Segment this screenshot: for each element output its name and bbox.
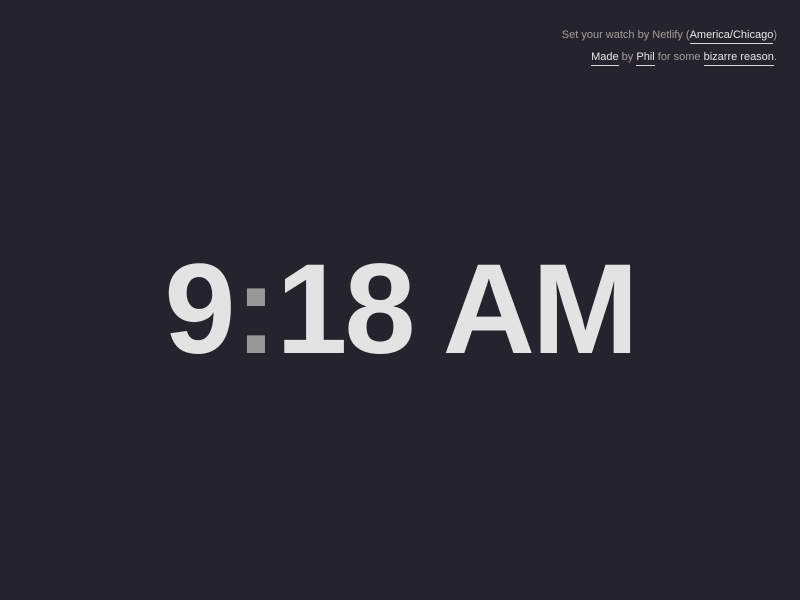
clock-period: AM (442, 238, 639, 381)
info-panel: Set your watch by Netlify (America/Chica… (562, 24, 777, 68)
reason-link[interactable]: bizarre reason (703, 51, 774, 66)
for-text: for some (654, 51, 704, 63)
period-text: . (773, 51, 777, 63)
info-line-netlify: Set your watch by Netlify (America/Chica… (562, 24, 777, 46)
info-suffix-text: ) (773, 29, 777, 41)
clock-colon: : (234, 238, 278, 381)
info-prefix-text: Set your watch by Netlify ( (561, 29, 690, 41)
author-link[interactable]: Phil (636, 51, 655, 66)
info-line-credits: Made by Phil for some bizarre reason. (562, 46, 777, 68)
by-text: by (618, 51, 637, 63)
clock-minutes: 18 (276, 238, 415, 381)
made-link[interactable]: Made (591, 51, 619, 66)
timezone-link[interactable]: America/Chicago (689, 29, 774, 44)
clock-display: 9:18 AM (0, 246, 800, 374)
clock-hours: 9 (164, 238, 235, 381)
